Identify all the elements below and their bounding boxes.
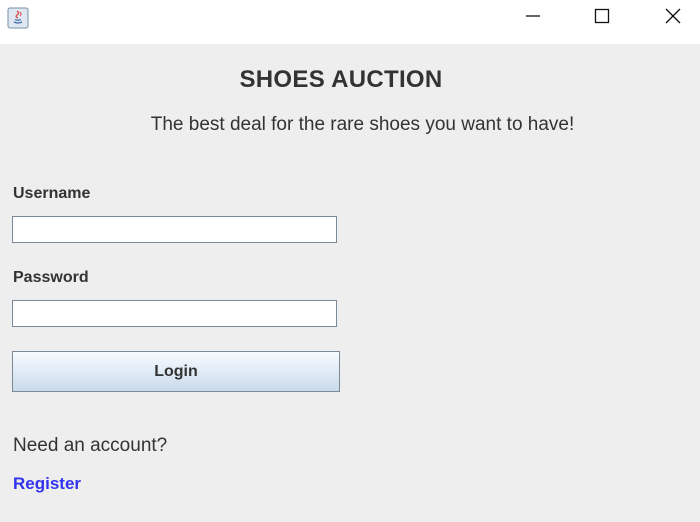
title-bar: [0, 0, 700, 44]
login-panel: SHOES AUCTION The best deal for the rare…: [0, 44, 700, 522]
page-subtitle: The best deal for the rare shoes you wan…: [150, 114, 575, 135]
username-input[interactable]: [12, 216, 337, 243]
password-label: Password: [13, 269, 89, 286]
maximize-icon: [594, 8, 610, 29]
close-button[interactable]: [650, 0, 696, 36]
minimize-icon: [525, 8, 541, 29]
login-button[interactable]: Login: [12, 351, 340, 392]
username-label: Username: [13, 185, 91, 202]
register-link[interactable]: Register: [13, 474, 81, 494]
java-icon[interactable]: [7, 7, 29, 29]
app-window: SHOES AUCTION The best deal for the rare…: [0, 0, 700, 522]
close-icon: [665, 8, 681, 29]
password-input[interactable]: [12, 300, 337, 327]
need-account-text: Need an account?: [13, 435, 168, 456]
maximize-button[interactable]: [579, 0, 625, 36]
page-title: SHOES AUCTION: [239, 66, 443, 93]
minimize-button[interactable]: [510, 0, 556, 36]
